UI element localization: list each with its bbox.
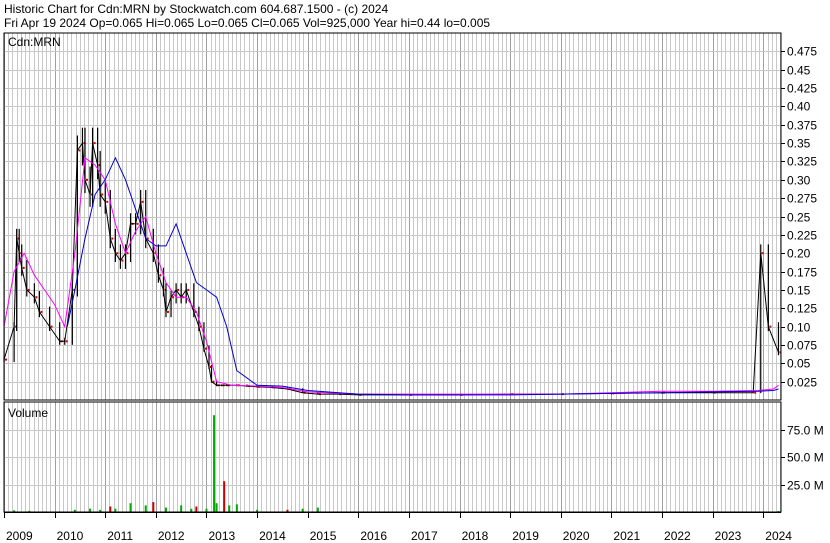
volume-bar [215, 503, 218, 512]
x-axis-year-label: 2012 [158, 529, 185, 543]
x-axis-year-label: 2014 [259, 529, 286, 543]
volume-bar [316, 507, 319, 512]
price-close-tick [187, 288, 190, 291]
price-close-tick [166, 310, 169, 313]
price-close-tick [40, 310, 43, 313]
volume-y-tick-label: 75.0 M [787, 424, 824, 438]
price-y-tick-label: 0.275 [787, 192, 817, 206]
price-y-tick-label: 0.075 [787, 339, 817, 353]
price-close-tick [50, 325, 53, 328]
x-axis: 2009 2010 2011 2012 2013 2014 2015 2016 2017 2018… [4, 512, 792, 543]
price-close-tick [136, 222, 139, 225]
price-close-tick [35, 296, 38, 299]
volume-bar [109, 506, 112, 512]
price-y-tick-label: 0.20 [787, 247, 811, 261]
price-y-tick-label: 0.40 [787, 100, 811, 114]
price-close-tick [101, 193, 104, 196]
price-close-tick [65, 340, 68, 343]
price-y-tick-label: 0.475 [787, 45, 817, 59]
chart-canvas: Cdn:MRN Volume 0.0250.050.0750.100.1250.… [3, 32, 824, 543]
price-y-tick-label: 0.45 [787, 64, 811, 78]
price-y-tick-label: 0.10 [787, 321, 811, 335]
x-axis-year-label: 2015 [310, 529, 337, 543]
price-y-tick-label: 0.30 [787, 174, 811, 188]
price-y-tick-label: 0.175 [787, 266, 817, 280]
price-close-tick [111, 237, 114, 240]
x-axis-line [4, 512, 781, 513]
volume-y-axis: 25.0 M 50.0 M 75.0 M [781, 424, 824, 493]
price-close-tick [22, 266, 25, 269]
x-axis-year-label: 2017 [411, 529, 438, 543]
price-panel-title: Cdn:MRN [8, 35, 61, 49]
price-close-tick [159, 274, 162, 277]
x-axis-year-label: 2011 [107, 529, 133, 543]
price-y-tick-label: 0.25 [787, 211, 811, 225]
price-close-tick [126, 252, 129, 255]
price-close-tick [5, 358, 7, 361]
volume-bar [228, 505, 231, 512]
price-close-tick [761, 252, 764, 255]
price-close-tick [93, 142, 96, 145]
x-axis-year-label: 2009 [6, 529, 33, 543]
price-close-tick [754, 391, 757, 394]
x-axis-year-label: 2021 [613, 529, 640, 543]
price-y-tick-label: 0.325 [787, 155, 817, 169]
price-close-tick [85, 178, 88, 181]
volume-bar [129, 503, 132, 512]
price-close-tick [121, 259, 124, 262]
volume-bar [223, 481, 226, 512]
volume-y-tick-label: 50.0 M [787, 451, 824, 465]
price-close-tick [78, 149, 81, 152]
x-axis-year-label: 2019 [512, 529, 539, 543]
volume-bar [164, 507, 167, 512]
x-axis-year-label: 2010 [57, 529, 84, 543]
price-close-tick [769, 325, 772, 328]
x-axis-year-label: 2018 [462, 529, 489, 543]
volume-bar [235, 504, 238, 512]
price-close-tick [177, 288, 180, 291]
price-close-tick [172, 296, 175, 299]
price-y-tick-label: 0.05 [787, 357, 811, 371]
x-axis-year-label: 2023 [715, 529, 742, 543]
x-axis-year-label: 2016 [360, 529, 387, 543]
x-axis-year-label: 2022 [664, 529, 691, 543]
volume-panel-grid [4, 402, 781, 512]
price-close-tick [204, 347, 207, 350]
x-axis-year-label: 2020 [563, 529, 590, 543]
price-close-tick [141, 200, 144, 203]
x-axis-year-label: 2024 [765, 529, 792, 543]
x-axis-year-label: 2013 [208, 529, 235, 543]
price-y-tick-label: 0.125 [787, 302, 817, 316]
volume-panel-title: Volume [8, 406, 48, 420]
volume-bar [213, 415, 216, 512]
price-y-tick-label: 0.35 [787, 137, 811, 151]
price-panel-grid [4, 33, 781, 400]
price-close-tick [106, 200, 109, 203]
price-close-tick [116, 252, 119, 255]
volume-bar [180, 505, 183, 512]
volume-bar [195, 506, 198, 512]
price-y-tick-label: 0.025 [787, 376, 817, 390]
volume-y-tick-label: 25.0 M [787, 479, 824, 493]
price-y-tick-label: 0.15 [787, 284, 811, 298]
price-y-tick-label: 0.425 [787, 82, 817, 96]
volume-bar [144, 505, 147, 512]
price-y-tick-label: 0.225 [787, 229, 817, 243]
price-y-axis: 0.025 0.05 0.075 0.10 0.125 0.15 0.175 0.20 0.22… [781, 45, 817, 390]
price-y-tick-label: 0.375 [787, 119, 817, 133]
volume-bar [152, 502, 155, 512]
